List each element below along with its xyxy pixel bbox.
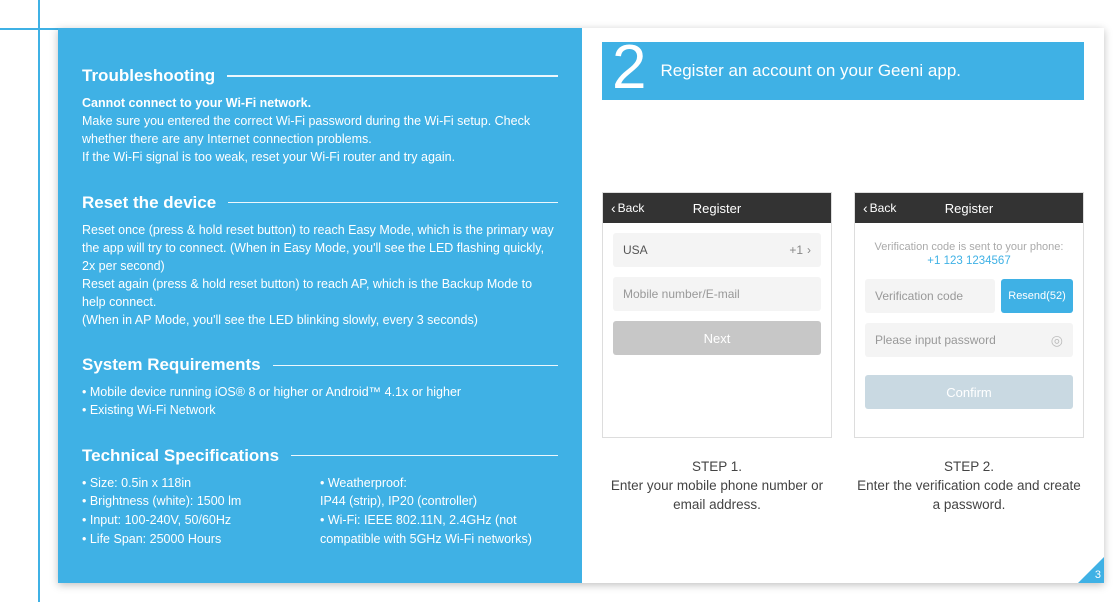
- chevron-left-icon: ‹: [863, 200, 868, 216]
- captions-row: STEP 1. Enter your mobile phone number o…: [602, 458, 1084, 515]
- caption-text: Enter the verification code and create a…: [857, 478, 1081, 512]
- password-input[interactable]: Please input password ◎: [865, 323, 1073, 357]
- spec-line: • Input: 100-240V, 50/60Hz: [82, 511, 320, 530]
- step-banner: 2 Register an account on your Geeni app.: [602, 42, 1084, 100]
- sysreq-section: System Requirements • Mobile device runn…: [82, 355, 558, 419]
- caption-step-label: STEP 1.: [602, 458, 832, 477]
- section-header: Technical Specifications: [82, 446, 558, 466]
- country-value: USA: [623, 243, 648, 257]
- screenshots-row: ‹ Back Register USA +1 › Mobile number/E…: [602, 192, 1084, 438]
- eye-icon[interactable]: ◎: [1051, 332, 1063, 349]
- spec-line: • Life Span: 25000 Hours: [82, 530, 320, 549]
- caption-1: STEP 1. Enter your mobile phone number o…: [602, 458, 832, 515]
- confirm-label: Confirm: [946, 385, 992, 400]
- resend-label: Resend(52): [1008, 290, 1065, 302]
- placeholder: Please input password: [875, 333, 996, 347]
- section-header: Troubleshooting: [82, 66, 558, 86]
- verification-phone-number: +1 123 1234567: [855, 255, 1083, 267]
- placeholder: Mobile number/E-mail: [623, 287, 740, 301]
- spec-line: • Size: 0.5in x 118in: [82, 474, 320, 493]
- back-button[interactable]: ‹ Back: [863, 200, 896, 216]
- next-button[interactable]: Next: [613, 321, 821, 355]
- specs-section: Technical Specifications • Size: 0.5in x…: [82, 446, 558, 549]
- screen-title: Register: [945, 201, 993, 216]
- reset-line: Reset again (press & hold reset button) …: [82, 275, 558, 311]
- chevron-left-icon: ‹: [611, 200, 616, 216]
- verification-row: Verification code Resend(52): [865, 279, 1073, 313]
- country-row[interactable]: USA +1 ›: [613, 233, 821, 267]
- sysreq-bullet: • Mobile device running iOS® 8 or higher…: [82, 383, 558, 401]
- chevron-right-icon: ›: [807, 243, 811, 257]
- back-label: Back: [618, 201, 645, 215]
- phone-header: ‹ Back Register: [603, 193, 831, 223]
- troubleshooting-section: Troubleshooting Cannot connect to your W…: [82, 66, 558, 167]
- spec-col-1: • Size: 0.5in x 118in • Brightness (whit…: [82, 474, 320, 549]
- reset-line: Reset once (press & hold reset button) t…: [82, 221, 558, 275]
- page-number: 3: [1095, 569, 1101, 581]
- resend-button[interactable]: Resend(52): [1001, 279, 1073, 313]
- verification-code-input[interactable]: Verification code: [865, 279, 995, 313]
- section-header: System Requirements: [82, 355, 558, 375]
- verification-note: Verification code is sent to your phone:: [855, 241, 1083, 253]
- margin-horizontal-rule: [0, 28, 58, 30]
- section-title: Troubleshooting: [82, 66, 215, 86]
- trouble-line: Make sure you entered the correct Wi-Fi …: [82, 112, 558, 148]
- caption-2: STEP 2. Enter the verification code and …: [854, 458, 1084, 515]
- spec-line: • Weatherproof:: [320, 474, 558, 493]
- sysreq-bullet: • Existing Wi-Fi Network: [82, 401, 558, 419]
- phone-header: ‹ Back Register: [855, 193, 1083, 223]
- caption-step-label: STEP 2.: [854, 458, 1084, 477]
- section-title: Reset the device: [82, 193, 216, 213]
- step-number: 2: [612, 37, 646, 99]
- spec-line: • Wi-Fi: IEEE 802.11N, 2.4GHz (not compa…: [320, 511, 558, 549]
- trouble-subtitle: Cannot connect to your Wi-Fi network.: [82, 94, 558, 112]
- spec-columns: • Size: 0.5in x 118in • Brightness (whit…: [82, 474, 558, 549]
- dial-code: +1: [789, 243, 803, 257]
- rule-icon: [228, 202, 558, 204]
- rule-icon: [227, 75, 558, 77]
- section-header: Reset the device: [82, 193, 558, 213]
- phone-screenshot-2: ‹ Back Register Verification code is sen…: [854, 192, 1084, 438]
- rule-icon: [291, 455, 558, 457]
- margin-vertical-rule: [38, 0, 40, 602]
- placeholder: Verification code: [875, 289, 963, 303]
- step-text: Register an account on your Geeni app.: [660, 61, 961, 81]
- reset-section: Reset the device Reset once (press & hol…: [82, 193, 558, 330]
- back-button[interactable]: ‹ Back: [611, 200, 644, 216]
- booklet-spread: Troubleshooting Cannot connect to your W…: [58, 28, 1104, 583]
- spec-line: IP44 (strip), IP20 (controller): [320, 492, 558, 511]
- left-page: Troubleshooting Cannot connect to your W…: [58, 28, 582, 583]
- right-page: 2 Register an account on your Geeni app.…: [582, 28, 1104, 583]
- spec-col-2: • Weatherproof: IP44 (strip), IP20 (cont…: [320, 474, 558, 549]
- caption-text: Enter your mobile phone number or email …: [611, 478, 823, 512]
- trouble-line: If the Wi-Fi signal is too weak, reset y…: [82, 148, 558, 166]
- phone-screenshot-1: ‹ Back Register USA +1 › Mobile number/E…: [602, 192, 832, 438]
- section-title: Technical Specifications: [82, 446, 279, 466]
- reset-line: (When in AP Mode, you'll see the LED bli…: [82, 311, 558, 329]
- screen-title: Register: [693, 201, 741, 216]
- rule-icon: [273, 365, 558, 367]
- next-label: Next: [704, 331, 731, 346]
- mobile-email-input[interactable]: Mobile number/E-mail: [613, 277, 821, 311]
- section-title: System Requirements: [82, 355, 261, 375]
- back-label: Back: [870, 201, 897, 215]
- confirm-button[interactable]: Confirm: [865, 375, 1073, 409]
- spec-line: • Brightness (white): 1500 lm: [82, 492, 320, 511]
